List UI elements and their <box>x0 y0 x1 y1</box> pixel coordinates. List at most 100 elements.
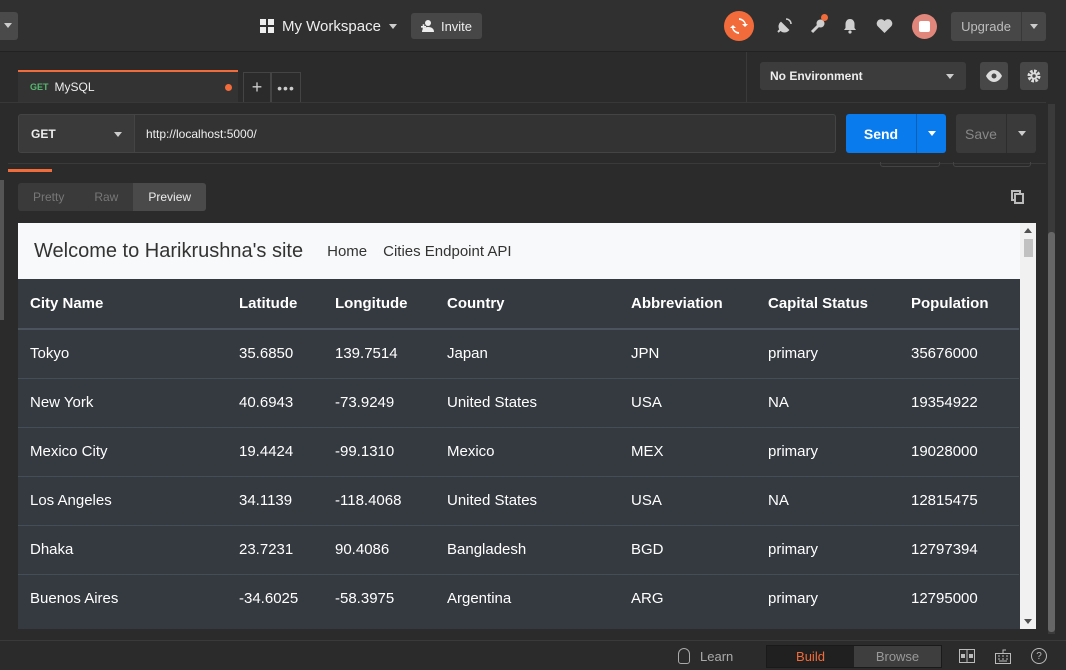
table-cell: 12797394 <box>899 524 1019 574</box>
table-cell: primary <box>756 328 899 378</box>
save-label: Save <box>965 125 997 142</box>
plus-icon: + <box>251 77 263 97</box>
table-cell: USA <box>619 377 756 427</box>
tab-method: GET <box>30 82 49 92</box>
tab-options-button[interactable]: ••• <box>271 72 301 102</box>
nav-link-home[interactable]: Home <box>327 243 367 260</box>
table-cell: -73.9249 <box>323 377 435 427</box>
site-brand[interactable]: Welcome to Harikrushna's site <box>34 240 303 263</box>
save-options-dropdown[interactable] <box>1007 131 1036 136</box>
upgrade-button[interactable]: Upgrade <box>951 12 1046 41</box>
help-icon[interactable]: ? <box>1031 648 1047 664</box>
table-cell: MEX <box>619 426 756 476</box>
tab-raw[interactable]: Raw <box>79 183 133 211</box>
sidebar-toggle-button[interactable] <box>0 12 18 40</box>
chevron-down-icon <box>388 23 397 29</box>
sync-button[interactable] <box>724 11 754 41</box>
invite-label: Invite <box>440 18 473 34</box>
learn-button[interactable]: Learn <box>678 648 733 664</box>
scroll-thumb[interactable] <box>1048 232 1055 632</box>
mode-build[interactable]: Build <box>767 646 854 667</box>
request-bar: GET Send Save <box>0 102 1046 172</box>
table-cell: ARG <box>619 573 756 623</box>
table-cell: -58.3975 <box>323 573 435 623</box>
nav-link-cities-api[interactable]: Cities Endpoint API <box>383 243 511 260</box>
method-select[interactable]: GET <box>18 114 135 153</box>
chevron-down-icon <box>946 74 954 79</box>
table-cell: 19028000 <box>899 426 1019 476</box>
new-tab-button[interactable]: + <box>243 72 271 102</box>
table-cell: -34.6025 <box>227 573 323 623</box>
manage-environments-button[interactable] <box>1020 62 1048 90</box>
invite-button[interactable]: Invite <box>411 13 482 39</box>
table-cell: primary <box>756 426 899 476</box>
table-cell: USA <box>619 475 756 525</box>
heart-icon[interactable] <box>874 16 894 36</box>
bell-icon[interactable] <box>840 16 860 36</box>
keyboard-shortcuts-icon[interactable] <box>995 648 1011 664</box>
settings-wrench-icon[interactable] <box>808 14 828 36</box>
satellite-icon[interactable] <box>774 16 794 36</box>
avatar-icon <box>919 21 930 32</box>
environment-quick-look-button[interactable] <box>980 62 1008 90</box>
tab-pretty[interactable]: Pretty <box>18 183 79 211</box>
table-cell: Mexico City <box>18 426 227 476</box>
send-options-dropdown[interactable] <box>917 131 946 136</box>
tab-name: MySQL <box>54 80 95 94</box>
mode-switch: Build Browse <box>766 645 942 668</box>
table-cell: 90.4086 <box>323 524 435 574</box>
table-row: Dhaka 23.7231 90.4086 Bangladesh BGD pri… <box>18 524 1019 574</box>
site-navbar: Welcome to Harikrushna's site Home Citie… <box>18 223 1020 279</box>
request-tab[interactable]: GET MySQL <box>18 70 238 102</box>
unsaved-dot <box>225 84 232 91</box>
tab-preview[interactable]: Preview <box>133 183 207 211</box>
column-header: Population <box>899 279 1019 330</box>
method-label: GET <box>31 126 56 141</box>
table-cell: United States <box>435 377 619 427</box>
mode-browse[interactable]: Browse <box>854 646 941 667</box>
table-cell: primary <box>756 573 899 623</box>
upgrade-label: Upgrade <box>961 19 1011 34</box>
chevron-down-icon <box>114 132 122 137</box>
table-cell: New York <box>18 377 227 427</box>
chevron-down-icon <box>4 23 12 28</box>
lightbulb-icon <box>678 648 690 664</box>
table-cell: 139.7514 <box>323 328 435 378</box>
url-input[interactable] <box>134 114 836 153</box>
table-cell: 19.4424 <box>227 426 323 476</box>
avatar[interactable] <box>912 14 937 39</box>
send-button[interactable]: Send <box>846 114 946 153</box>
chevron-down-icon <box>1017 131 1026 136</box>
table-cell: -99.1310 <box>323 426 435 476</box>
table-cell: 35.6850 <box>227 328 323 378</box>
table-cell: 19354922 <box>899 377 1019 427</box>
table-row: Mexico City 19.4424 -99.1310 Mexico MEX … <box>18 426 1019 476</box>
table-cell: -118.4068 <box>323 475 435 525</box>
table-cell: 23.7231 <box>227 524 323 574</box>
send-label: Send <box>863 125 899 142</box>
save-button[interactable]: Save <box>956 114 1036 153</box>
workspace-switcher[interactable]: My Workspace <box>260 14 397 38</box>
upgrade-dropdown[interactable] <box>1022 24 1046 29</box>
column-header: Longitude <box>323 279 435 330</box>
table-cell: NA <box>756 475 899 525</box>
two-pane-view-icon[interactable] <box>959 648 975 664</box>
table-cell: United States <box>435 475 619 525</box>
scroll-thumb[interactable] <box>1024 239 1033 257</box>
workspace-grid-icon <box>260 19 274 33</box>
column-header: Country <box>435 279 619 330</box>
cities-table: City Name Latitude Longitude Country Abb… <box>18 279 1019 623</box>
environment-select[interactable]: No Environment <box>760 62 966 90</box>
gear-icon <box>1027 69 1041 83</box>
preview-scrollbar[interactable] <box>1020 223 1036 629</box>
table-cell: Bangladesh <box>435 524 619 574</box>
sync-icon <box>730 18 748 34</box>
workspace-label: My Workspace <box>282 17 381 35</box>
status-bar: Learn Build Browse ? <box>0 640 1066 670</box>
scroll-down-icon[interactable] <box>1024 619 1032 624</box>
copy-icon[interactable] <box>1011 190 1025 204</box>
scroll-up-icon[interactable] <box>1024 228 1032 233</box>
main-scrollbar[interactable] <box>1048 104 1055 634</box>
table-cell: 34.1139 <box>227 475 323 525</box>
table-cell: JPN <box>619 328 756 378</box>
